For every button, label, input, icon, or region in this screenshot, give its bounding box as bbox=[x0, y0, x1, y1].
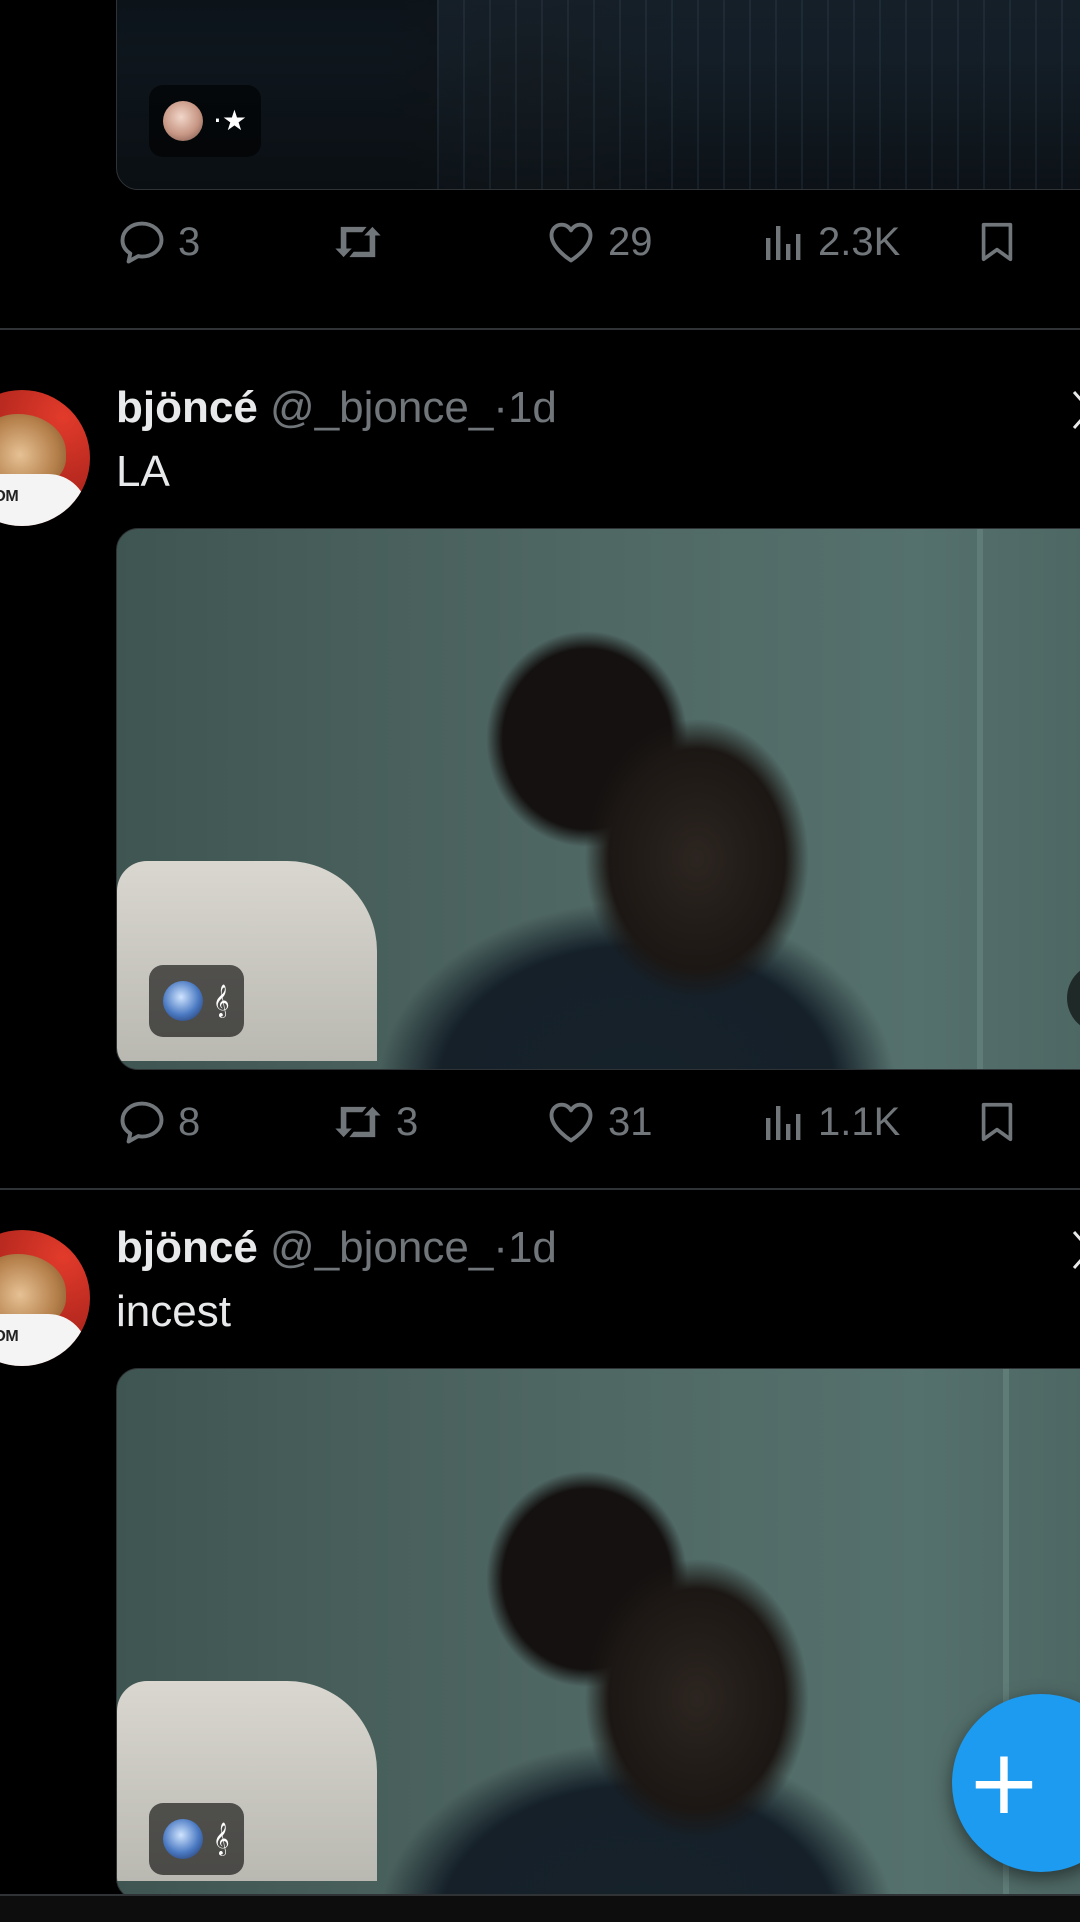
like-button[interactable]: 29 bbox=[544, 212, 653, 272]
like-count: 31 bbox=[608, 1099, 653, 1144]
retweet-icon bbox=[335, 1106, 381, 1138]
author-avatar[interactable]: EEDOM bbox=[0, 390, 90, 526]
bottom-edge bbox=[0, 1894, 1080, 1922]
badge-avatar bbox=[163, 101, 203, 141]
badge-avatar bbox=[163, 1819, 203, 1859]
bookmark-button[interactable] bbox=[974, 1092, 1020, 1152]
author-avatar[interactable]: EEDOM bbox=[0, 1230, 90, 1366]
heart-icon bbox=[549, 222, 593, 263]
reply-count: 8 bbox=[178, 1099, 201, 1144]
badge-text: 𝄞 bbox=[213, 984, 230, 1017]
badge-text: 𝄞 bbox=[213, 1822, 230, 1855]
bookmark-button[interactable] bbox=[974, 212, 1020, 272]
tweet-media-video[interactable]: 𝄞 bbox=[116, 528, 1080, 1070]
reply-count: 3 bbox=[178, 219, 201, 264]
tweet-text: incest bbox=[116, 1287, 231, 1336]
media-background bbox=[977, 529, 983, 1069]
header-separator: · bbox=[493, 383, 508, 432]
views-chart-icon bbox=[766, 226, 801, 260]
plus-icon: + bbox=[966, 1730, 1042, 1835]
reply-button[interactable]: 8 bbox=[116, 1092, 200, 1152]
badge-avatar bbox=[163, 981, 203, 1021]
tweet-text: LA bbox=[116, 447, 170, 496]
tweet-media-video[interactable]: 𝄞 bbox=[116, 1368, 1080, 1900]
views-count: 1.1K bbox=[818, 1099, 901, 1144]
tweet-media-video[interactable]: ·★ bbox=[116, 0, 1080, 190]
post-time[interactable]: 1d bbox=[508, 383, 557, 432]
views-button[interactable]: 1.1K bbox=[760, 1092, 900, 1152]
avatar-shirt-text: EEDOM bbox=[0, 488, 19, 505]
views-chart-icon bbox=[766, 1106, 801, 1140]
bookmark-icon bbox=[981, 222, 1013, 262]
tweet-header: bjöncé @_bjonce_·1d bbox=[116, 382, 557, 434]
more-options-icon[interactable] bbox=[1070, 1228, 1080, 1284]
author-name[interactable]: bjöncé bbox=[116, 1223, 258, 1272]
badge-text: ·★ bbox=[213, 104, 248, 137]
tweet-header: bjöncé @_bjonce_·1d bbox=[116, 1222, 557, 1274]
retweet-button[interactable]: 3 bbox=[330, 1092, 418, 1152]
reply-icon bbox=[120, 221, 164, 264]
media-creator-badge[interactable]: 𝄞 bbox=[149, 965, 244, 1037]
retweet-icon bbox=[335, 226, 381, 258]
media-background bbox=[437, 0, 1080, 189]
tweet-divider bbox=[0, 328, 1080, 330]
more-options-icon[interactable] bbox=[1070, 388, 1080, 444]
tweet-divider bbox=[0, 1188, 1080, 1190]
reply-icon bbox=[120, 1101, 164, 1144]
media-creator-badge[interactable]: 𝄞 bbox=[149, 1803, 244, 1875]
mute-toggle-button[interactable] bbox=[1067, 963, 1080, 1033]
like-button[interactable]: 31 bbox=[544, 1092, 653, 1152]
retweet-button[interactable] bbox=[330, 212, 396, 272]
header-separator: · bbox=[493, 1223, 508, 1272]
bookmark-icon bbox=[981, 1102, 1013, 1142]
views-count: 2.3K bbox=[818, 219, 901, 264]
author-handle[interactable]: @_bjonce_ bbox=[270, 383, 493, 432]
heart-icon bbox=[549, 1102, 593, 1143]
author-handle[interactable]: @_bjonce_ bbox=[270, 1223, 493, 1272]
retweet-count: 3 bbox=[396, 1099, 419, 1144]
post-time[interactable]: 1d bbox=[508, 1223, 557, 1272]
reply-button[interactable]: 3 bbox=[116, 212, 200, 272]
tweet-action-bar: 3 29 2.3K bbox=[116, 212, 1080, 272]
media-creator-badge[interactable]: ·★ bbox=[149, 85, 262, 157]
author-name[interactable]: bjöncé bbox=[116, 383, 258, 432]
like-count: 29 bbox=[608, 219, 653, 264]
avatar-shirt-text: EEDOM bbox=[0, 1328, 19, 1345]
views-button[interactable]: 2.3K bbox=[760, 212, 900, 272]
tweet-action-bar: 8 3 31 1.1K bbox=[116, 1092, 1080, 1152]
